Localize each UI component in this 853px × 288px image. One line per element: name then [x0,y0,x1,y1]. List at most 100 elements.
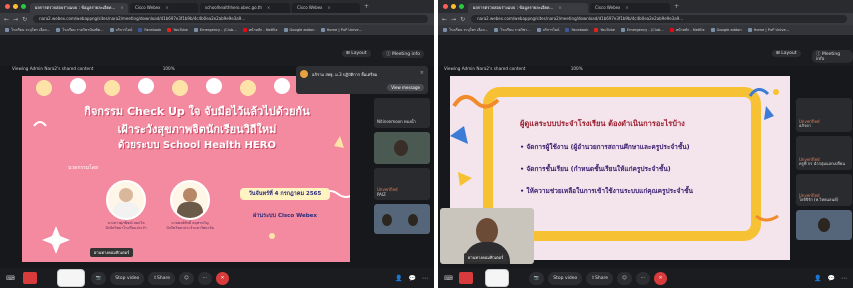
participant-tile[interactable]: Unverified อภิรดา [796,98,852,132]
browser-tab[interactable]: schoolhealthhero.obec.go.th × [200,3,290,13]
reactions-button[interactable]: ☺ [617,271,632,285]
participant-tile[interactable]: Nitinonmoon ทองน้ำ [374,98,430,128]
reload-icon[interactable]: ↻ [460,16,465,23]
bookmark[interactable]: Google addon [283,28,315,32]
participant-tile[interactable] [374,132,430,164]
mute-button[interactable] [458,272,473,284]
bookmark[interactable]: โรงเรียน รายวิชา... [494,27,531,33]
keyboard-icon[interactable]: ⌨ [444,275,453,282]
keyboard-icon[interactable]: ⌨ [6,275,15,282]
self-view-video[interactable]: ผ่านทางคอมพิวเตอร์ [440,208,534,264]
close-tab-icon[interactable]: × [625,3,628,13]
bookmark[interactable]: บริการไลน์ [109,27,132,33]
layout-button[interactable]: ⊞ Layout [772,50,801,57]
close-tab-icon[interactable]: × [558,3,561,13]
bookmark[interactable]: หน้าหลัก - Netflix [669,27,705,33]
meeting-info-button[interactable]: ⓘ Meeting info [382,50,424,58]
url-field[interactable]: nara2.webex.com/webappng/sites/nara2/mee… [33,15,428,23]
zoom-level[interactable]: 100% [571,66,583,71]
mute-button[interactable] [22,272,37,284]
bookmark[interactable]: Home | PuP Unive... [320,28,362,32]
browser-tab[interactable]: Cisco Webex × [590,3,670,13]
slide-bullet: • จัดการชั้นเรียน (กำหนดชั้นเรียนให้แก่ค… [520,165,671,173]
meeting-info-button[interactable]: ⓘ Meeting info [812,50,853,63]
participant-tile[interactable] [374,204,430,234]
bookmark[interactable]: YouTube [167,28,188,32]
participant-tile[interactable]: Unverified ครูพี่ กร นำกลุ่มแลกเปลี่ยน [796,136,852,170]
participant-tile[interactable] [796,210,852,240]
reload-icon[interactable]: ↻ [22,16,27,23]
address-bar: ← → ↻ nara2.webex.com/webappng/sites/nar… [438,13,853,25]
camera-button[interactable]: 📷 [528,271,545,285]
browser-tab[interactable]: ผลการตรวจสอบร่างแบบ : ข้อมูลรายละเอียด..… [30,3,128,13]
speakers-label: นวดกรรมโดย [68,165,99,171]
share-status-text: Viewing Admin Nara2's shared content [12,66,94,71]
maximize-window-icon[interactable] [21,4,26,9]
reactions-button[interactable]: ☺ [179,271,194,285]
presenter-label: ผ่านทางคอมพิวเตอร์ [90,248,134,257]
share-button[interactable]: ⇪ Share [148,271,176,285]
bookmark[interactable]: โรงเรียน รายวิชาบัณฑิต... [56,27,104,33]
bookmark[interactable]: Home | PuP Unive... [747,28,789,32]
chat-notification[interactable]: อภิราม สพฐ. ม.3 ปฏิบัติการ ยิ้มเตรียม × … [296,66,428,94]
end-call-button[interactable]: ✕ [654,271,668,285]
bookmark[interactable]: โรงเรียน ระบุโทร เลือก... [443,27,488,33]
bookmark[interactable]: Emergency - (Club... [620,28,664,32]
layout-button[interactable]: ⊞ Layout [342,50,371,57]
close-window-icon[interactable] [5,4,10,9]
browser-tab[interactable]: Cisco Webex × [292,3,360,13]
bookmark[interactable]: บริการไลน์ [536,27,559,33]
right-screenshot: ผลการตรวจสอบร่างแบบ : ข้อมูลรายละเอียด..… [438,0,853,288]
bookmark[interactable]: Facebook [565,28,588,32]
new-tab-icon[interactable]: + [674,3,679,10]
maximize-window-icon[interactable] [459,4,464,9]
share-button[interactable]: ⇪ Share [586,271,614,285]
forward-icon[interactable]: → [451,16,456,23]
more-options-button[interactable]: ··· [635,271,651,285]
stop-video-button[interactable]: Stop video [548,271,583,285]
camera-button[interactable]: 📷 [90,271,107,285]
close-window-icon[interactable] [443,4,448,9]
chat-icon[interactable]: 💬 [409,275,416,282]
bookmark[interactable]: โรงเรียน ระบุโทร เลือก... [5,27,50,33]
close-icon[interactable]: × [420,70,424,76]
participant-tile[interactable]: Unverified PAIZ [374,168,430,200]
back-icon[interactable]: ← [442,16,447,23]
view-message-button[interactable]: View message [387,84,424,91]
participant-name: ครูพี่ กร นำกลุ่มแลกเปลี่ยน [799,161,845,166]
close-tab-icon[interactable]: × [327,3,330,13]
browser-tab[interactable]: ผลการตรวจสอบร่างแบบ : ข้อมูลรายละเอียด..… [468,3,588,13]
forward-icon[interactable]: → [13,16,18,23]
url-field[interactable]: nara2.webex.com/webappng/sites/nara2/mee… [471,15,847,23]
end-call-button[interactable]: ✕ [216,271,230,285]
tab-label: Cisco Webex [297,5,323,10]
close-tab-icon[interactable]: × [120,3,123,13]
notification-popup [484,269,509,287]
bookmarks-bar: โรงเรียน ระบุโทร เลือก... โรงเรียน รายวิ… [438,25,853,35]
close-tab-icon[interactable]: × [267,3,270,13]
chat-icon[interactable]: 💬 [828,275,835,282]
zoom-level[interactable]: 100% [163,66,175,71]
bookmark[interactable]: Emergency - (Club... [193,28,237,32]
back-icon[interactable]: ← [4,16,9,23]
bookmark[interactable]: Facebook [138,28,161,32]
bookmark[interactable]: YouTube [594,28,615,32]
more-options-button[interactable]: ··· [197,271,213,285]
participant-name: PAIZ [377,192,386,197]
stop-video-button[interactable]: Stop video [110,271,145,285]
minimize-window-icon[interactable] [13,4,18,9]
participants-icon[interactable]: 👤 [395,275,402,282]
participant-tile[interactable]: Unverified โยจิจิรัก (ท.ไทยแลนด์) [796,174,852,206]
slide-title-line2: เฝ้าระวังสุขภาพจิตนักเรียนวิถีใหม่ [117,123,277,136]
close-tab-icon[interactable]: × [165,3,168,13]
more-icon[interactable]: ⋯ [841,275,847,282]
meeting-control-bar: ⌨ 📷 Stop video ⇪ Share ☺ ··· ✕ 👤 💬 ⋯ [0,268,434,288]
more-icon[interactable]: ⋯ [422,275,428,282]
slide-heading: ผู้ดูแลระบบประจำโรงเรียน ต้องดำเนินการอะ… [520,119,685,128]
browser-tab[interactable]: Cisco Webex × [130,3,198,13]
participants-icon[interactable]: 👤 [814,275,821,282]
new-tab-icon[interactable]: + [364,3,369,10]
bookmark[interactable]: Google addon [710,28,742,32]
bookmark[interactable]: หน้าหลัก - Netflix [242,27,278,33]
minimize-window-icon[interactable] [451,4,456,9]
